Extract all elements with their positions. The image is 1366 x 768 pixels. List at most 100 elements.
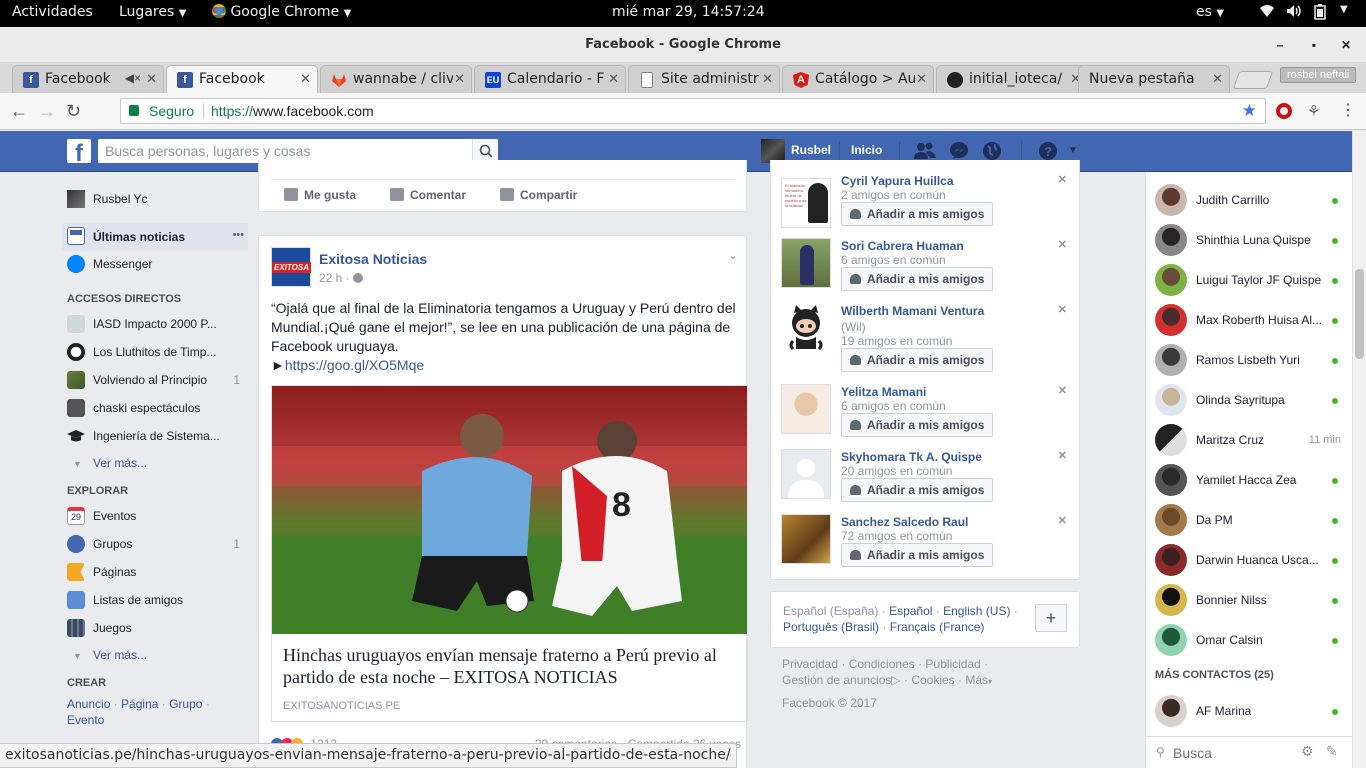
see-more-explore-link[interactable]: Ver más...	[93, 648, 147, 662]
tab-catalogo[interactable]: A Catálogo > Au ✕	[782, 65, 934, 93]
minimize-button[interactable]: –	[1272, 37, 1288, 53]
chat-settings-gear-icon[interactable]: ⚙	[1301, 743, 1314, 760]
chat-contact[interactable]: Darwin Huanca Usca...	[1146, 540, 1353, 580]
suggestion-photo[interactable]: El malvado verdadero muere de espiritu y…	[781, 178, 831, 228]
scrollbar-thumb[interactable]	[1355, 269, 1364, 359]
mutual-friends[interactable]: 20 amigos en común	[841, 464, 952, 478]
add-friend-button[interactable]: Añadir a mis amigos	[841, 202, 994, 226]
close-tab-icon[interactable]: ✕	[1212, 71, 1223, 87]
suggestion-name[interactable]: Yelitza Mamani	[841, 385, 926, 399]
chat-contact[interactable]: Shinthia Luna Quispe	[1146, 220, 1353, 260]
post-link[interactable]: https://goo.gl/XO5Mqe	[285, 357, 424, 373]
create-event-link[interactable]: Evento	[67, 713, 104, 727]
article-image[interactable]: 8	[272, 386, 747, 634]
shortcut-item[interactable]: Volviendo al Principio 1	[62, 367, 248, 393]
dismiss-suggestion-icon[interactable]: ✕	[1058, 238, 1067, 251]
suggestion-name[interactable]: Wilberth Mamani Ventura	[841, 304, 984, 318]
shortcut-item[interactable]: IASD Impacto 2000 P...	[62, 311, 248, 337]
create-group-link[interactable]: Grupo	[169, 697, 202, 711]
close-tab-icon[interactable]: ✕	[146, 71, 157, 87]
like-button[interactable]: Me gusta	[284, 188, 356, 202]
dismiss-suggestion-icon[interactable]: ✕	[1058, 449, 1067, 462]
new-message-icon[interactable]: ✎	[1326, 743, 1338, 760]
system-menu-arrow-icon[interactable]: ▼	[1340, 4, 1348, 15]
page-scrollbar[interactable]	[1352, 131, 1366, 768]
activities-button[interactable]: Actividades	[12, 4, 93, 20]
new-tab-button[interactable]	[1232, 71, 1274, 89]
bookmark-star-icon[interactable]: ★	[1242, 101, 1257, 121]
wifi-icon[interactable]	[1259, 4, 1275, 22]
profile-button[interactable]: rosbel neftali	[1280, 67, 1357, 83]
help-icon[interactable]: ?	[1038, 141, 1058, 161]
tab-site-admin[interactable]: Site administr ✕	[628, 65, 780, 93]
chat-search-input[interactable]	[1173, 744, 1283, 762]
explore-item-groups[interactable]: Grupos 1	[62, 531, 248, 557]
close-tab-icon[interactable]: ✕	[916, 71, 927, 87]
chat-contact[interactable]: Olinda Sayritupa	[1146, 380, 1353, 420]
article-title[interactable]: Hinchas uruguayos envían mensaje fratern…	[283, 644, 733, 688]
add-friend-button[interactable]: Añadir a mis amigos	[841, 267, 994, 291]
chat-contact[interactable]: Maritza Cruz 11 min	[1146, 420, 1353, 460]
reload-button[interactable]: ↻	[66, 101, 81, 122]
mutual-friends[interactable]: 6 amigos en común	[841, 399, 946, 413]
clock[interactable]: mié mar 29, 14:57:24	[612, 4, 765, 20]
tab-calendar[interactable]: EU Calendario - F ✕	[474, 65, 626, 93]
maximize-button[interactable]: ▪	[1306, 37, 1322, 53]
suggestion-photo[interactable]	[781, 238, 831, 288]
notifications-globe-icon[interactable]	[982, 141, 1002, 161]
profile-shortcut[interactable]: Rusbel Yc	[62, 186, 248, 212]
chat-contact[interactable]: Omar Calsin	[1146, 620, 1353, 660]
more-options-icon[interactable]: •••	[232, 229, 244, 241]
extension-icon[interactable]: ⚘	[1307, 102, 1320, 120]
tab-github[interactable]: initial_ioteca/ ✕	[936, 65, 1088, 93]
account-menu-arrow-icon[interactable]: ▼	[1068, 145, 1078, 156]
tab-gitlab[interactable]: wannabe / cliv ✕	[320, 65, 472, 93]
facebook-logo[interactable]: f	[67, 139, 91, 167]
add-friend-button[interactable]: Añadir a mis amigos	[841, 543, 994, 567]
explore-item-games[interactable]: Juegos	[62, 615, 248, 641]
post-author[interactable]: Exitosa Noticias	[319, 251, 427, 267]
volume-icon[interactable]	[1286, 4, 1302, 22]
cookies-link[interactable]: Cookies	[911, 673, 954, 687]
news-feed-item[interactable]: Últimas noticias •••	[62, 223, 248, 251]
shortcut-item[interactable]: Ingeniería de Sistema...	[62, 423, 248, 449]
shortcut-item[interactable]: chaski espectáculos	[62, 395, 248, 421]
dismiss-suggestion-icon[interactable]: ✕	[1058, 514, 1067, 527]
url-text[interactable]: https://www.facebook.com	[211, 103, 374, 119]
see-more-shortcuts-link[interactable]: Ver más...	[93, 456, 147, 470]
suggestion-name[interactable]: Cyril Yapura Huillca	[841, 174, 954, 188]
explore-item-friend-lists[interactable]: Listas de amigos	[62, 587, 248, 613]
advertising-link[interactable]: Publicidad	[925, 657, 980, 671]
back-button[interactable]: ←	[10, 101, 28, 122]
suggestion-name[interactable]: Sanchez Salcedo Raul	[841, 515, 968, 529]
terms-link[interactable]: Condiciones	[849, 657, 915, 671]
facebook-search-input[interactable]	[105, 142, 465, 160]
suggestion-photo[interactable]	[781, 303, 831, 353]
tab-facebook-1[interactable]: f Facebook ◀× ✕	[12, 65, 164, 93]
explore-item-pages[interactable]: Páginas	[62, 559, 248, 585]
dismiss-suggestion-icon[interactable]: ✕	[1058, 384, 1067, 397]
close-tab-icon[interactable]: ✕	[454, 71, 465, 87]
suggestion-name[interactable]: Skyhomara Tk A. Quispe	[841, 450, 982, 464]
mutual-friends[interactable]: 2 amigos en común	[841, 188, 946, 202]
language-link[interactable]: English (US)	[943, 604, 1010, 618]
add-friend-button[interactable]: Añadir a mis amigos	[841, 478, 994, 502]
chat-contact[interactable]: Da PM	[1146, 500, 1353, 540]
home-link[interactable]: Inicio	[851, 143, 882, 157]
chat-contact[interactable]: Luigui Taylor JF Quispe	[1146, 260, 1353, 300]
privacy-link[interactable]: Privacidad	[782, 657, 838, 671]
suggestion-photo[interactable]	[781, 384, 831, 434]
add-friend-button[interactable]: Añadir a mis amigos	[841, 413, 994, 437]
chrome-menu-icon[interactable]: ⋮	[1340, 100, 1356, 120]
messages-icon[interactable]	[949, 141, 969, 161]
suggestion-photo[interactable]	[781, 514, 831, 564]
app-menu[interactable]: Google Chrome ▼	[212, 4, 351, 20]
dismiss-suggestion-icon[interactable]: ✕	[1058, 303, 1067, 316]
chat-contact[interactable]: Max Roberth Huisa Al...	[1146, 300, 1353, 340]
address-bar[interactable]: Seguro https://www.facebook.com ★	[120, 98, 1266, 124]
close-tab-icon[interactable]: ✕	[608, 71, 619, 87]
ad-choices-link[interactable]: Gestión de anuncios	[782, 673, 891, 687]
close-tab-icon[interactable]: ✕	[300, 71, 311, 87]
tab-facebook-2[interactable]: f Facebook ✕	[166, 65, 318, 93]
language-indicator[interactable]: es ▼	[1196, 4, 1224, 20]
